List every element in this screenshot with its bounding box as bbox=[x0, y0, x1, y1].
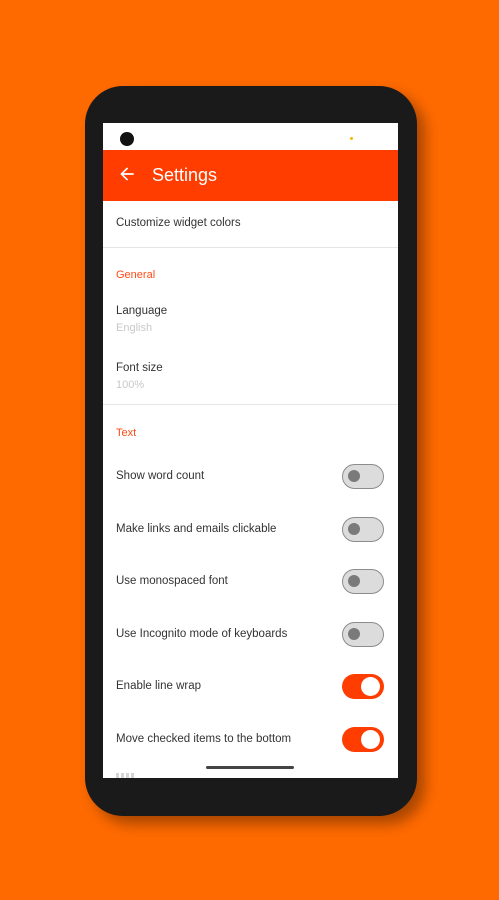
page-title: Settings bbox=[152, 165, 218, 185]
section-header-general: General bbox=[116, 269, 156, 281]
toggle-list: Show word count Make links and emails cl… bbox=[103, 451, 398, 766]
monospaced-font-label: Use monospaced font bbox=[116, 575, 228, 587]
incognito-keyboard-label: Use Incognito mode of keyboards bbox=[116, 627, 288, 640]
font-size-item[interactable]: Font size 100% bbox=[103, 352, 398, 398]
monospaced-font-switch[interactable] bbox=[342, 569, 384, 594]
monospaced-font-item[interactable]: Use monospaced font bbox=[103, 556, 398, 609]
settings-list: Customize widget colors General Language… bbox=[103, 201, 398, 760]
language-value: English bbox=[116, 322, 153, 334]
phone-screen: Settings Customize widget colors General… bbox=[103, 123, 398, 778]
back-arrow-icon[interactable] bbox=[117, 164, 137, 184]
clickable-links-item[interactable]: Make links and emails clickable bbox=[103, 504, 398, 557]
show-word-count-label: Show word count bbox=[116, 470, 205, 482]
app-bar: Settings bbox=[103, 150, 398, 201]
language-item[interactable]: Language English bbox=[103, 295, 398, 341]
line-wrap-switch[interactable] bbox=[342, 674, 384, 699]
clickable-links-switch[interactable] bbox=[342, 516, 384, 542]
incognito-keyboard-switch[interactable] bbox=[342, 621, 384, 647]
incognito-keyboard-item[interactable]: Use Incognito mode of keyboards bbox=[103, 609, 398, 662]
customize-widget-colors-item[interactable]: Customize widget colors bbox=[103, 201, 398, 247]
switch-knob bbox=[348, 627, 360, 640]
line-wrap-item[interactable]: Enable line wrap bbox=[103, 661, 398, 714]
home-indicator[interactable] bbox=[206, 766, 294, 769]
font-size-label: Font size bbox=[116, 362, 163, 374]
show-word-count-switch[interactable] bbox=[342, 464, 384, 489]
switch-knob bbox=[348, 522, 360, 535]
switch-knob bbox=[361, 729, 380, 749]
move-checked-items-label: Move checked items to the bottom bbox=[116, 732, 292, 745]
general-section: General Language English Font size 100% bbox=[103, 248, 398, 404]
text-section: Text Show word count Make links and emai… bbox=[103, 405, 398, 760]
switch-knob bbox=[348, 575, 360, 587]
partially-visible-item bbox=[116, 773, 136, 778]
show-word-count-item[interactable]: Show word count bbox=[103, 451, 398, 504]
status-bar bbox=[103, 123, 398, 150]
language-label: Language bbox=[116, 305, 168, 317]
customize-widget-colors-label: Customize widget colors bbox=[116, 217, 241, 229]
status-indicator-dot bbox=[350, 137, 353, 140]
promo-background: Settings Customize widget colors General… bbox=[0, 0, 499, 900]
section-header-text: Text bbox=[116, 427, 137, 439]
move-checked-items-item[interactable]: Move checked items to the bottom bbox=[103, 714, 398, 767]
switch-knob bbox=[361, 677, 380, 696]
move-checked-items-switch[interactable] bbox=[342, 726, 384, 752]
switch-knob bbox=[348, 470, 360, 482]
clickable-links-label: Make links and emails clickable bbox=[116, 522, 277, 535]
font-size-value: 100% bbox=[116, 379, 145, 391]
camera-cutout bbox=[120, 132, 134, 146]
line-wrap-label: Enable line wrap bbox=[116, 680, 202, 692]
